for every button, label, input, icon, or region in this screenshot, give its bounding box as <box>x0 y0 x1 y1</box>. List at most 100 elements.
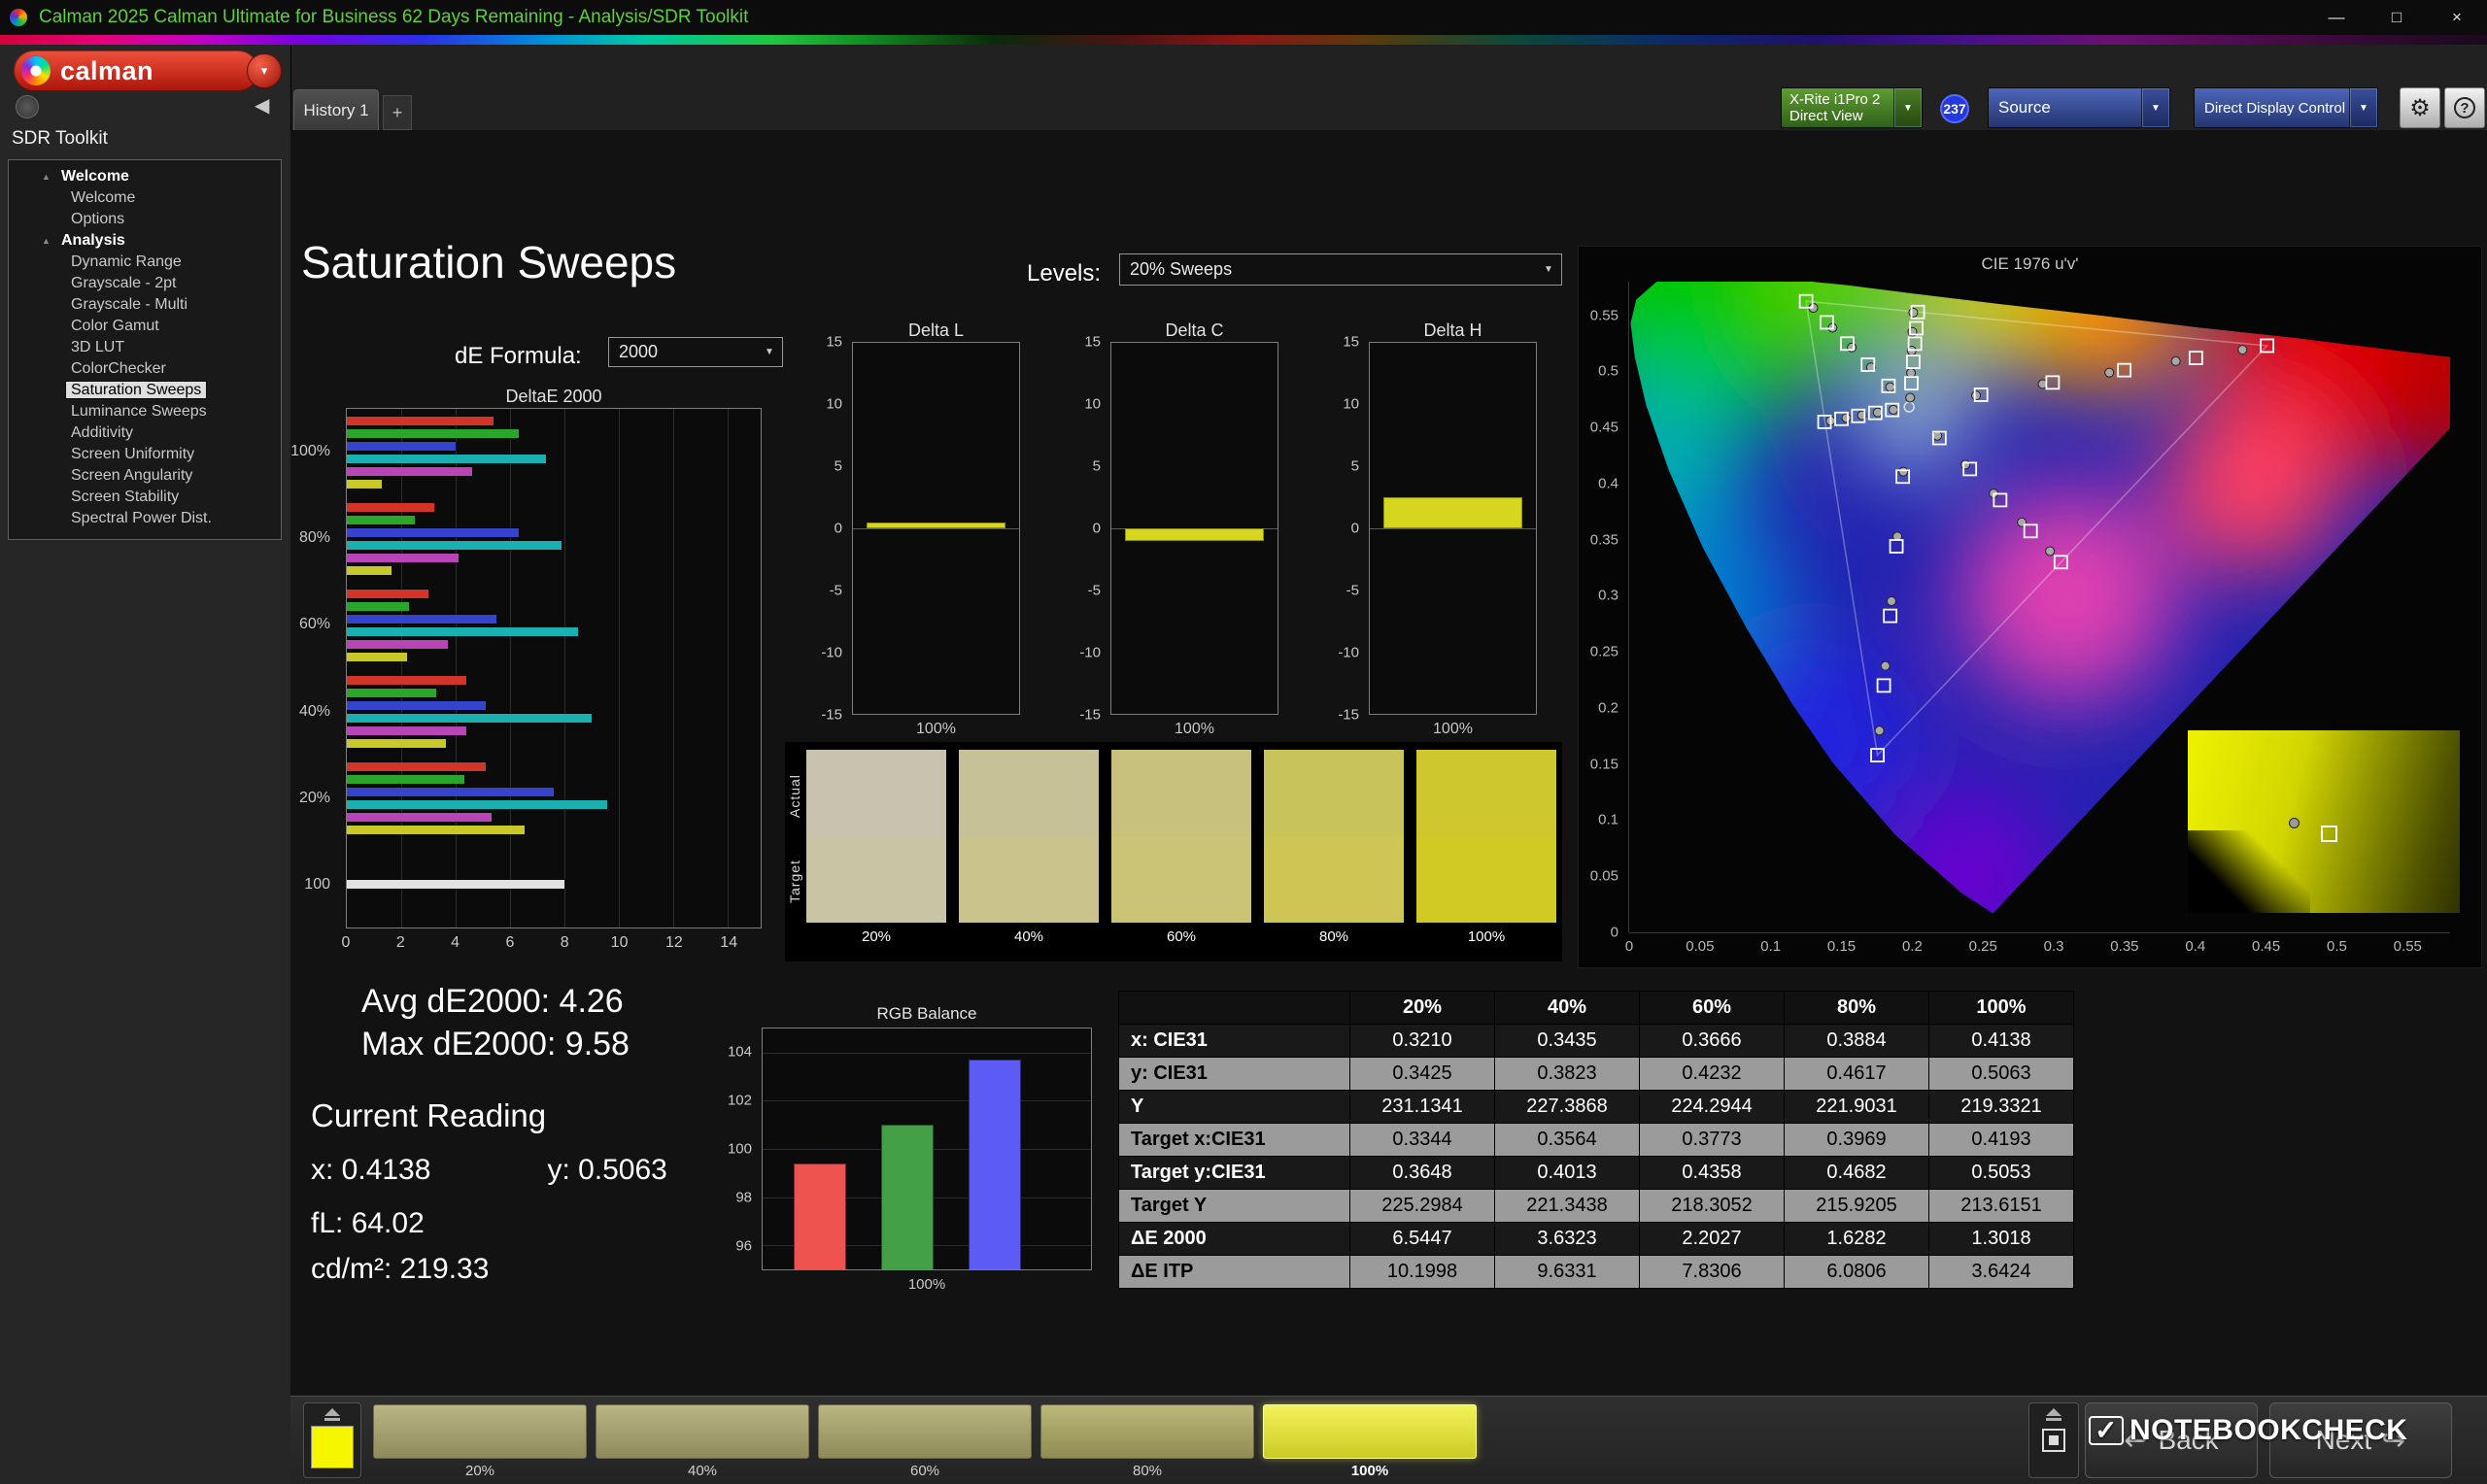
levels-dropdown[interactable]: 20% Sweeps ▼ <box>1119 253 1562 286</box>
settings-button[interactable]: ⚙ <box>2400 87 2440 128</box>
cie-xtick-label: 0.45 <box>2251 938 2281 955</box>
meter-label: X-Rite i1Pro 2 Direct View <box>1789 91 1881 124</box>
table-row-label: y: CIE31 <box>1118 1057 1350 1091</box>
patch-button-40%[interactable] <box>596 1404 809 1459</box>
compare-swatch-label: 60% <box>1166 928 1197 945</box>
sidebar-item-additivity[interactable]: Additivity <box>9 422 281 444</box>
delta-ytick-label: -10 <box>821 644 842 661</box>
table-header: 60% <box>1639 991 1785 1025</box>
add-tab-button[interactable]: + <box>383 95 412 130</box>
actual-swatch <box>1111 750 1251 836</box>
delta-ytick-label: -5 <box>1346 582 1359 599</box>
delta-ytick-label: 5 <box>1092 457 1101 475</box>
delta-ytick-label: -5 <box>1087 582 1101 599</box>
deltae-bar <box>347 712 594 724</box>
zero-line <box>1370 528 1536 529</box>
sidebar-item-analysis[interactable]: ▲ Analysis <box>9 230 281 252</box>
delta-ytick-label: 10 <box>1084 395 1101 413</box>
chevron-down-icon[interactable]: ▼ <box>2349 88 2377 127</box>
table-cell: 0.5063 <box>1928 1057 2074 1091</box>
delta-ytick-label: 15 <box>1084 333 1101 351</box>
deltae-bar-group <box>347 755 761 841</box>
sidebar-item-screen-stability[interactable]: Screen Stability <box>9 487 281 508</box>
sidebar-item-welcome[interactable]: ▲ Welcome <box>9 166 281 187</box>
table-cell: 3.6323 <box>1494 1222 1640 1256</box>
compare-labels: 20% 40% 60% 80% 100% <box>806 928 1556 945</box>
cie-xtick-label: 0.35 <box>2110 938 2139 955</box>
sidebar-item-3d-lut[interactable]: 3D LUT <box>9 337 281 358</box>
sidebar-item-spectral-power-dist[interactable]: Spectral Power Dist. <box>9 508 281 529</box>
table-header: 20% <box>1349 991 1495 1025</box>
tree-expander-icon[interactable]: ▲ <box>42 166 51 187</box>
chevron-down-icon[interactable]: ▼ <box>1893 88 1922 127</box>
deltae-bar <box>347 501 435 513</box>
sidebar-item-colorchecker[interactable]: ColorChecker <box>9 358 281 380</box>
back-button[interactable]: ↩ Back <box>2085 1402 2258 1478</box>
sidebar-item-saturation-sweeps[interactable]: Saturation Sweeps <box>9 380 281 401</box>
layout-button[interactable] <box>2028 1402 2079 1478</box>
minimize-button[interactable]: — <box>2306 0 2367 35</box>
deltae-bar <box>347 687 438 698</box>
table-cell: 0.4358 <box>1639 1156 1785 1190</box>
sidebar-collapse-icon[interactable]: ◀ <box>255 93 269 118</box>
table-cell: 0.4232 <box>1639 1057 1785 1091</box>
patch-button-20%[interactable] <box>373 1404 587 1459</box>
table-cell: 0.3648 <box>1349 1156 1495 1190</box>
sidebar-item-screen-uniformity[interactable]: Screen Uniformity <box>9 444 281 465</box>
table-cell: 6.5447 <box>1349 1222 1495 1256</box>
target-swatch <box>1416 836 1556 923</box>
tab-history-1[interactable]: History 1 <box>293 89 379 130</box>
measured-point <box>2237 345 2248 355</box>
sidebar-item-dynamic-range[interactable]: Dynamic Range <box>9 252 281 273</box>
display-control-dropdown[interactable]: Direct Display Control ▼ <box>2194 87 2378 128</box>
actual-swatch <box>806 750 946 836</box>
maximize-button[interactable]: □ <box>2367 0 2427 35</box>
next-button[interactable]: Next ↪ <box>2269 1402 2452 1478</box>
window-title: Calman 2025 Calman Ultimate for Business… <box>39 7 749 27</box>
cie-xtick-label: 0.05 <box>1686 938 1715 955</box>
sidebar-item-color-gamut[interactable]: Color Gamut <box>9 316 281 337</box>
calman-logo[interactable]: calman <box>14 51 258 91</box>
sidebar-item-label: Dynamic Range <box>71 253 182 270</box>
meter-dropdown[interactable]: X-Rite i1Pro 2 Direct View ▼ <box>1781 87 1923 128</box>
close-button[interactable]: × <box>2427 0 2487 35</box>
compare-swatch-100% <box>1416 750 1556 923</box>
table-cell: 0.3969 <box>1784 1123 1929 1157</box>
compare-swatches <box>806 750 1556 923</box>
current-reading-xy: x: 0.4138 y: 0.5063 <box>311 1154 667 1187</box>
sidebar-item-welcome[interactable]: Welcome <box>9 187 281 209</box>
workflow-button[interactable] <box>16 95 39 118</box>
help-button[interactable]: ? <box>2444 87 2485 128</box>
delta-ytick-label: 10 <box>1343 395 1359 413</box>
source-dropdown[interactable]: Source ▼ <box>1988 87 2170 128</box>
current-cdm2: cd/m²: 219.33 <box>311 1253 490 1285</box>
measured-point <box>1885 382 1895 392</box>
table-row-label: ΔE ITP <box>1118 1255 1350 1289</box>
cie-xlabels: 0 0.05 0.1 0.15 0.2 0.25 0.3 0.35 0.4 0.45 0.5 0.55 <box>1625 938 2450 956</box>
sidebar-item-luminance-sweeps[interactable]: Luminance Sweeps <box>9 401 281 422</box>
chevron-down-icon[interactable]: ▼ <box>2141 88 2169 127</box>
sidebar-item-grayscale-2pt[interactable]: Grayscale - 2pt <box>9 273 281 294</box>
current-fl: fL: 64.02 <box>311 1207 425 1239</box>
cie-zoom-inset <box>2188 730 2460 913</box>
deltae-ytick-label: 100% <box>290 442 330 459</box>
current-patch-button[interactable] <box>303 1402 361 1478</box>
sidebar-item-options[interactable]: Options <box>9 209 281 230</box>
sidebar-item-label: Grayscale - Multi <box>71 296 188 313</box>
measured-point <box>1905 392 1916 403</box>
table-cell: 0.4013 <box>1494 1156 1640 1190</box>
patch-button-80%[interactable] <box>1040 1404 1254 1459</box>
patch-button-100%[interactable] <box>1263 1404 1477 1459</box>
tree-expander-icon[interactable]: ▲ <box>42 230 51 252</box>
next-arrow-icon: ↪ <box>2381 1424 2406 1457</box>
deltae-plot <box>346 408 762 928</box>
sidebar-item-grayscale-multi[interactable]: Grayscale - Multi <box>9 294 281 316</box>
sidebar-item-screen-angularity[interactable]: Screen Angularity <box>9 465 281 487</box>
compare-swatch-60% <box>1111 750 1251 923</box>
sidebar-item-label: Additivity <box>71 424 134 441</box>
patch-button-60%[interactable] <box>818 1404 1032 1459</box>
calman-menu-button[interactable]: ▾ <box>247 53 282 88</box>
delta-ytick-label: 0 <box>1092 520 1101 537</box>
de-formula-dropdown[interactable]: 2000 ▼ <box>608 337 783 367</box>
delta-ytick-label: -10 <box>1338 644 1359 661</box>
